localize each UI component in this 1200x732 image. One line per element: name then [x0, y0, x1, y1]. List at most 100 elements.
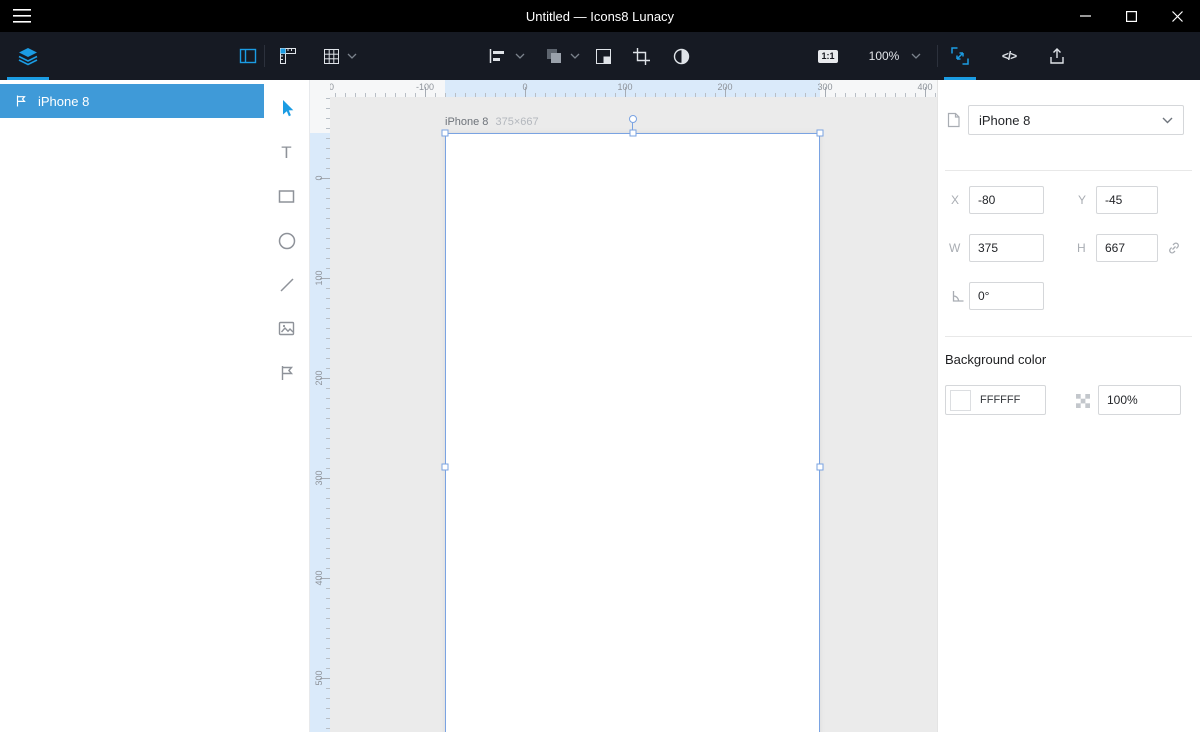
- color-hex-value: FFFFFF: [980, 394, 1020, 406]
- layers-panel-tab[interactable]: [5, 32, 51, 80]
- rotation-angle-icon: [950, 288, 966, 307]
- adjustments-button[interactable]: [663, 32, 699, 80]
- resize-icon: [949, 45, 971, 67]
- tools-column: T: [264, 80, 310, 732]
- text-tool-button[interactable]: T: [272, 138, 302, 168]
- w-input[interactable]: [969, 234, 1044, 262]
- artboard[interactable]: [445, 133, 820, 732]
- x-label: X: [951, 193, 959, 207]
- w-label: W: [949, 241, 960, 255]
- h-input[interactable]: [1096, 234, 1158, 262]
- zoom-level-button[interactable]: 100%: [860, 32, 908, 80]
- minimize-icon: [1080, 15, 1091, 17]
- close-button[interactable]: [1154, 0, 1200, 32]
- x-input[interactable]: [969, 186, 1044, 214]
- chevron-down-icon: [1162, 117, 1173, 124]
- ruler-icon: [278, 46, 298, 66]
- ruler-label: 200: [311, 358, 327, 398]
- artboard-tool-button[interactable]: [272, 358, 302, 388]
- canvas[interactable]: -200 -100 0 100 200 300 400 0 100 200 30…: [310, 80, 937, 732]
- titlebar: Untitled — Icons8 Lunacy: [0, 0, 1200, 32]
- divider: [945, 336, 1192, 337]
- ruler-label: 0: [311, 158, 327, 198]
- actual-size-button[interactable]: 1:1: [810, 32, 846, 80]
- artboard-title[interactable]: iPhone 8 375×667: [445, 116, 539, 128]
- app-window: Untitled — Icons8 Lunacy: [0, 0, 1200, 732]
- resize-handle-top-right[interactable]: [817, 130, 824, 137]
- ruler-label: 300: [311, 458, 327, 498]
- ruler-label: 500: [311, 658, 327, 698]
- frame-type-select[interactable]: iPhone 8: [968, 105, 1184, 135]
- ellipse-icon: [277, 231, 297, 251]
- mask-button[interactable]: [585, 32, 621, 80]
- artboard-page-icon: [946, 112, 961, 131]
- export-icon: [1047, 46, 1067, 66]
- rotation-handle[interactable]: [629, 115, 637, 123]
- zoom-level-value: 100%: [869, 49, 900, 63]
- chevron-down-icon: [911, 53, 921, 59]
- window-title: Untitled — Icons8 Lunacy: [0, 9, 1200, 24]
- background-color-title: Background color: [945, 352, 1046, 367]
- rotation-input[interactable]: [969, 282, 1044, 310]
- minimize-button[interactable]: [1062, 0, 1108, 32]
- maximize-button[interactable]: [1108, 0, 1154, 32]
- export-panel-tab[interactable]: [1039, 32, 1075, 80]
- align-button[interactable]: [479, 32, 515, 80]
- crop-icon: [632, 47, 651, 66]
- crop-button[interactable]: [623, 32, 659, 80]
- window-controls: [1062, 0, 1200, 32]
- cursor-icon: [277, 98, 297, 118]
- align-options-dropdown[interactable]: [512, 32, 528, 80]
- resize-handle-top-left[interactable]: [442, 130, 449, 137]
- ellipse-tool-button[interactable]: [272, 226, 302, 256]
- background-color-picker[interactable]: FFFFFF: [945, 385, 1046, 415]
- maximize-icon: [1126, 11, 1137, 22]
- align-left-icon: [487, 46, 507, 66]
- opacity-input[interactable]: [1098, 385, 1181, 415]
- toolbar-separator: [264, 45, 265, 67]
- resize-handle-top-center[interactable]: [629, 130, 636, 137]
- toolbar: 1:1 100% </>: [0, 32, 1200, 80]
- select-tool-button[interactable]: [272, 93, 302, 123]
- divider: [945, 170, 1192, 171]
- image-tool-button[interactable]: [272, 313, 302, 343]
- contrast-icon: [672, 47, 691, 66]
- ruler-label: 100: [311, 258, 327, 298]
- artboard-icon: [278, 364, 296, 382]
- rectangle-tool-button[interactable]: [272, 181, 302, 211]
- boolean-union-icon: [544, 46, 564, 66]
- y-label: Y: [1078, 193, 1086, 207]
- boolean-options-dropdown[interactable]: [567, 32, 583, 80]
- grid-options-dropdown[interactable]: [344, 32, 360, 80]
- ruler-label: 400: [311, 558, 327, 598]
- line-icon: [278, 276, 296, 294]
- y-input[interactable]: [1096, 186, 1158, 214]
- panel-toggle-icon: [238, 46, 258, 66]
- ruler-label: 0: [505, 82, 545, 92]
- inspector-panel: iPhone 8 X Y W H: [937, 80, 1200, 732]
- horizontal-ruler[interactable]: -200 -100 0 100 200 300 400: [310, 80, 937, 97]
- grid-icon: [322, 47, 341, 66]
- frame-type-value: iPhone 8: [979, 113, 1030, 128]
- layer-item-iphone8[interactable]: iPhone 8: [0, 84, 264, 118]
- link-icon: [1166, 240, 1182, 256]
- code-panel-tab[interactable]: </>: [991, 32, 1027, 80]
- opacity-checker-icon: [1076, 394, 1090, 411]
- mask-icon: [594, 47, 613, 66]
- line-tool-button[interactable]: [272, 270, 302, 300]
- zoom-options-dropdown[interactable]: [908, 32, 924, 80]
- color-swatch: [950, 390, 971, 411]
- main-menu-button[interactable]: [0, 0, 44, 32]
- ruler-label: 300: [805, 82, 845, 92]
- layer-item-label: iPhone 8: [38, 94, 89, 109]
- lock-aspect-ratio-button[interactable]: [1166, 240, 1182, 259]
- chevron-down-icon: [570, 53, 580, 59]
- resize-handle-middle-left[interactable]: [442, 463, 449, 470]
- vertical-ruler[interactable]: 0 100 200 300 400 500: [310, 97, 330, 732]
- ruler-label: 400: [905, 82, 937, 92]
- resize-handle-middle-right[interactable]: [817, 463, 824, 470]
- main-area: iPhone 8 T: [0, 80, 1200, 732]
- toggle-left-panel-button[interactable]: [230, 32, 266, 80]
- design-panel-tab[interactable]: [942, 32, 978, 80]
- rulers-toggle-button[interactable]: [270, 32, 306, 80]
